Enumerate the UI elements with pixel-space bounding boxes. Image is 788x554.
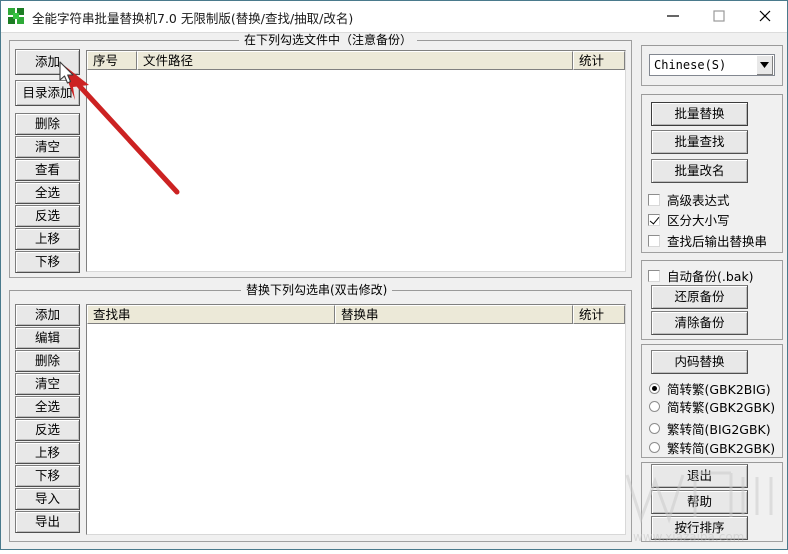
string-button-edit[interactable]: 编辑 xyxy=(15,327,80,349)
radio-big2gbk-traditional-to-simplified[interactable]: 繁转简(BIG2GBK) xyxy=(649,419,771,438)
restore-backup-button[interactable]: 还原备份 xyxy=(651,285,748,309)
string-button-move-up[interactable]: 上移 xyxy=(15,442,80,464)
string-button-delete[interactable]: 删除 xyxy=(15,350,80,372)
option-label: 查找后输出替换串 xyxy=(667,234,768,249)
radio-icon[interactable] xyxy=(649,423,660,434)
string-button-clear[interactable]: 清空 xyxy=(15,373,80,395)
option-label: 自动备份(.bak) xyxy=(667,269,754,284)
maximize-icon xyxy=(713,10,725,22)
file-list-header: 序号 文件路径 统计 xyxy=(87,51,625,70)
file-button-select-all[interactable]: 全选 xyxy=(15,182,80,204)
checkbox-icon[interactable] xyxy=(648,269,660,282)
close-icon xyxy=(759,10,771,22)
encoding-select[interactable]: Chinese(S) xyxy=(649,54,775,76)
file-col-path[interactable]: 文件路径 xyxy=(137,51,573,70)
radio-icon[interactable] xyxy=(649,401,660,412)
maximize-button[interactable] xyxy=(696,1,742,31)
exit-button[interactable]: 退出 xyxy=(651,464,748,488)
file-button-add[interactable]: 添加 xyxy=(15,49,80,75)
minimize-icon xyxy=(667,15,679,17)
batch-find-button[interactable]: 批量查找 xyxy=(651,130,748,154)
clear-backup-button[interactable]: 清除备份 xyxy=(651,311,748,335)
window-title: 全能字符串批量替换机7.0 无限制版(替换/查找/抽取/改名) xyxy=(32,11,354,26)
minimize-button[interactable] xyxy=(650,1,696,31)
help-button[interactable]: 帮助 xyxy=(651,490,748,514)
batch-replace-button[interactable]: 批量替换 xyxy=(651,102,748,126)
checkbox-checked-icon[interactable] xyxy=(648,213,660,226)
radio-gbk2gbk-traditional-to-simplified[interactable]: 繁转简(GBK2GBK) xyxy=(649,438,775,457)
chevron-down-icon[interactable] xyxy=(755,55,773,75)
radio-label: 繁转简(BIG2GBK) xyxy=(667,422,771,437)
string-list-body[interactable] xyxy=(87,324,625,534)
file-list-view[interactable]: 序号 文件路径 统计 xyxy=(86,50,626,272)
batch-rename-button[interactable]: 批量改名 xyxy=(651,159,748,183)
string-col-count[interactable]: 统计 xyxy=(573,305,625,324)
radio-label: 简转繁(GBK2GBK) xyxy=(667,400,776,415)
file-button-view[interactable]: 查看 xyxy=(15,159,80,181)
checkbox-icon[interactable] xyxy=(648,234,660,247)
file-col-count[interactable]: 统计 xyxy=(573,51,625,70)
string-button-import[interactable]: 导入 xyxy=(15,488,80,510)
file-button-clear[interactable]: 清空 xyxy=(15,136,80,158)
string-list-header: 查找串 替换串 统计 xyxy=(87,305,625,324)
option-advanced-expression[interactable]: 高级表达式 xyxy=(648,190,730,209)
radio-label: 简转繁(GBK2BIG) xyxy=(667,382,771,397)
file-list-body[interactable] xyxy=(87,70,625,271)
string-col-find[interactable]: 查找串 xyxy=(87,305,335,324)
checkbox-icon[interactable] xyxy=(648,193,660,206)
sort-by-line-button[interactable]: 按行排序 xyxy=(651,516,748,540)
file-button-move-down[interactable]: 下移 xyxy=(15,251,80,273)
application-window: 全能字符串批量替换机7.0 无限制版(替换/查找/抽取/改名) 在下列勾选文件中… xyxy=(0,0,788,550)
option-case-sensitive[interactable]: 区分大小写 xyxy=(648,210,730,229)
encoding-convert-button[interactable]: 内码替换 xyxy=(651,350,748,374)
option-auto-backup[interactable]: 自动备份(.bak) xyxy=(648,266,754,285)
app-puzzle-icon xyxy=(8,8,25,25)
string-col-replace[interactable]: 替换串 xyxy=(335,305,573,324)
string-list-view[interactable]: 查找串 替换串 统计 xyxy=(86,304,626,535)
string-group-title: 替换下列勾选串(双击修改) xyxy=(241,284,393,296)
option-label: 区分大小写 xyxy=(667,213,730,228)
string-button-add[interactable]: 添加 xyxy=(15,304,80,326)
encoding-value: Chinese(S) xyxy=(654,58,727,72)
title-bar: 全能字符串批量替换机7.0 无限制版(替换/查找/抽取/改名) xyxy=(1,1,787,33)
close-button[interactable] xyxy=(742,1,788,31)
radio-gbk2gbk-simplified-to-traditional[interactable]: 简转繁(GBK2GBK) xyxy=(649,397,775,416)
radio-checked-icon[interactable] xyxy=(649,383,660,394)
string-button-invert[interactable]: 反选 xyxy=(15,419,80,441)
string-button-move-down[interactable]: 下移 xyxy=(15,465,80,487)
string-button-select-all[interactable]: 全选 xyxy=(15,396,80,418)
radio-icon[interactable] xyxy=(649,442,660,453)
file-button-delete[interactable]: 删除 xyxy=(15,113,80,135)
file-button-add-folder[interactable]: 目录添加 xyxy=(15,80,80,106)
file-col-index[interactable]: 序号 xyxy=(87,51,137,70)
option-label: 高级表达式 xyxy=(667,193,730,208)
string-button-export[interactable]: 导出 xyxy=(15,511,80,533)
file-button-move-up[interactable]: 上移 xyxy=(15,228,80,250)
radio-label: 繁转简(GBK2GBK) xyxy=(667,441,776,456)
option-output-replace-string[interactable]: 查找后输出替换串 xyxy=(648,231,767,250)
file-button-invert[interactable]: 反选 xyxy=(15,205,80,227)
radio-gbk2big-simplified-to-traditional[interactable]: 简转繁(GBK2BIG) xyxy=(649,379,771,398)
file-group-title: 在下列勾选文件中（注意备份） xyxy=(239,34,418,46)
